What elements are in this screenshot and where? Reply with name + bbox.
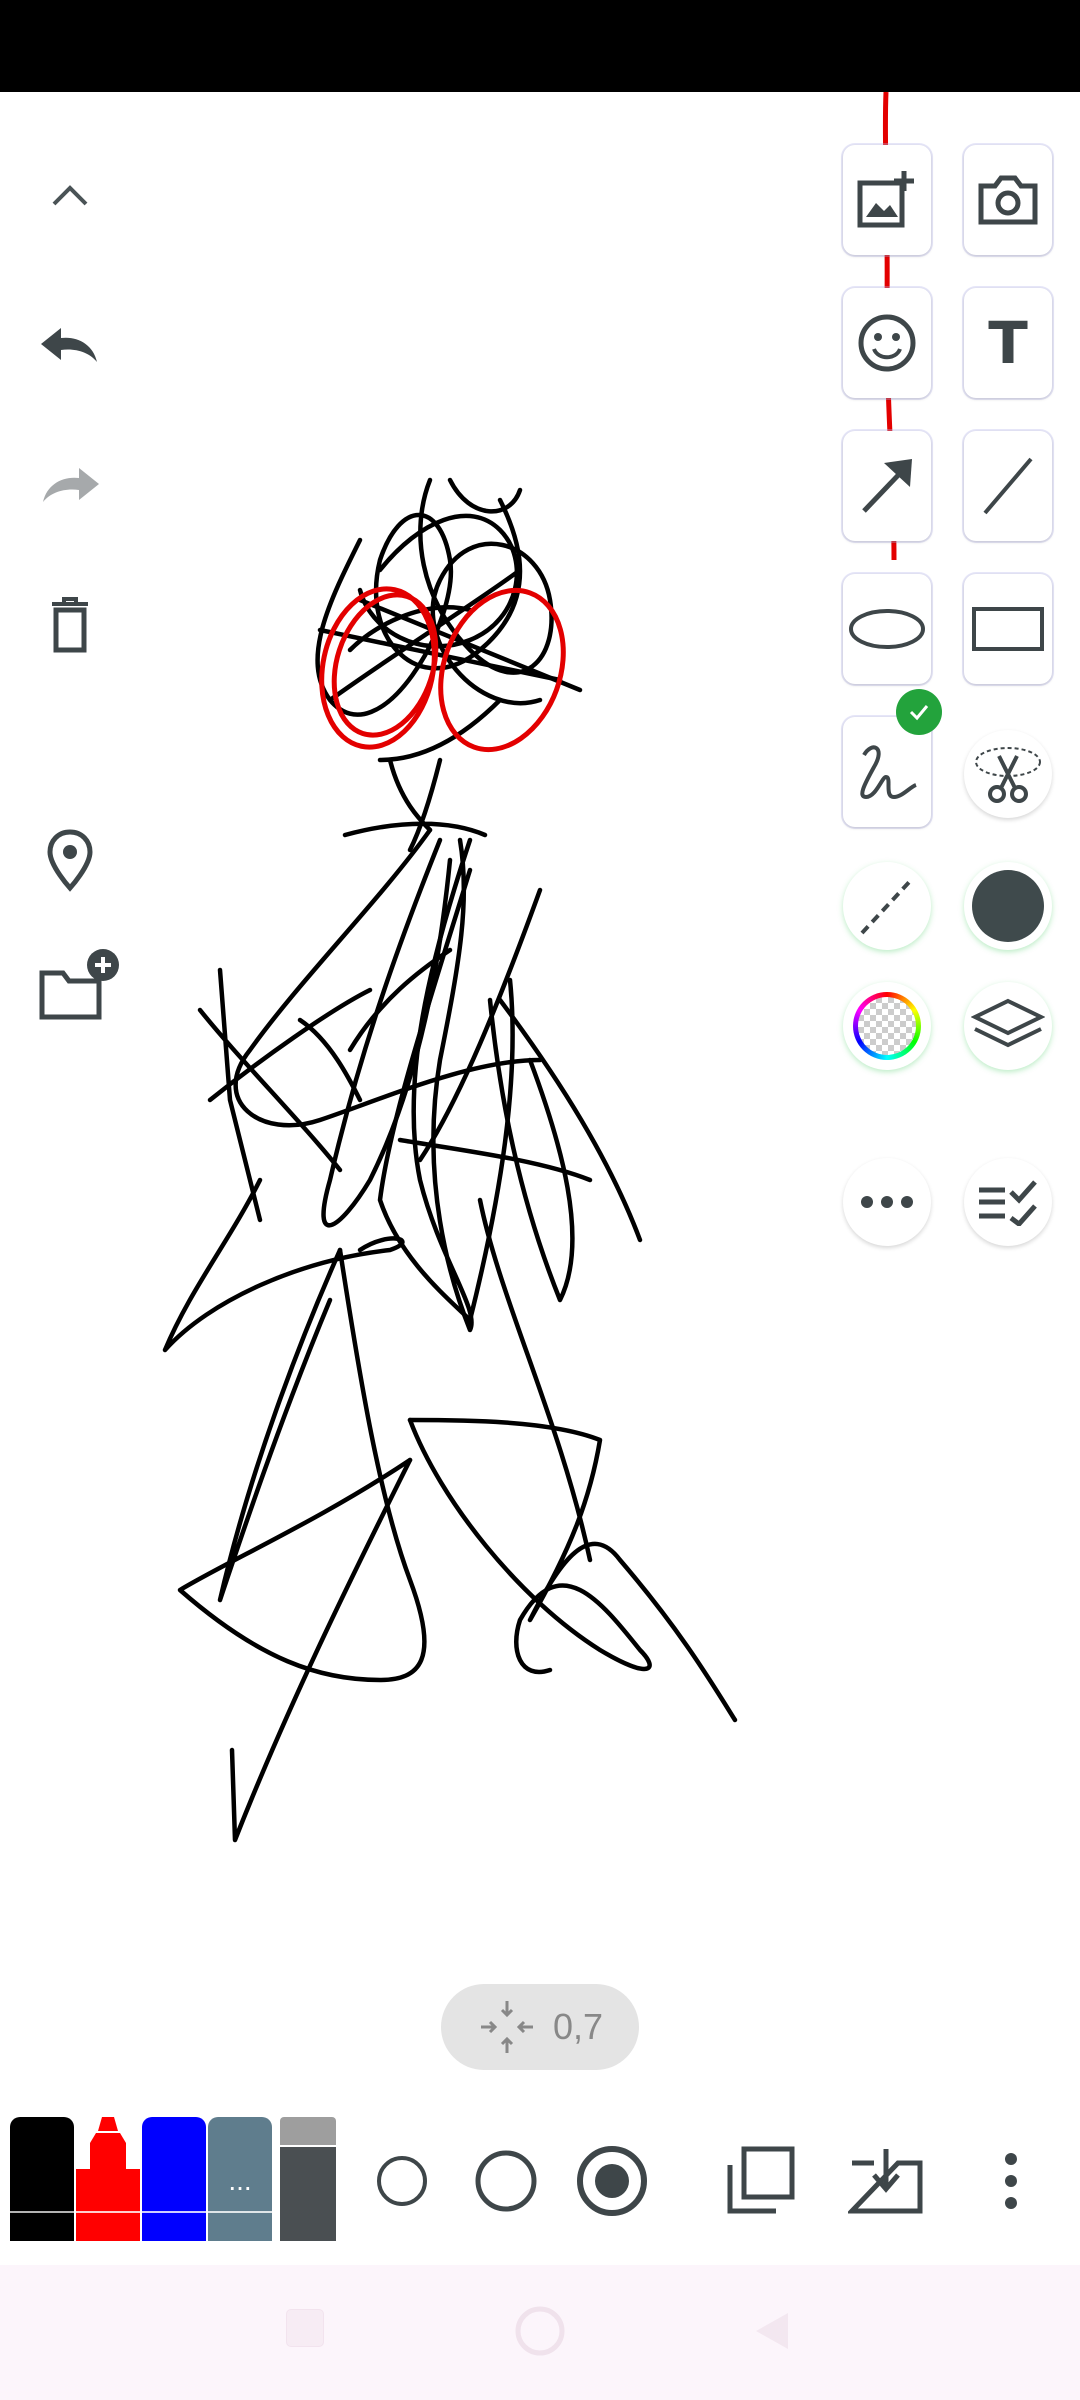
layers-button[interactable] [964,982,1052,1070]
zoom-indicator[interactable]: 0,7 [441,1984,639,2070]
camera-button[interactable] [964,145,1052,255]
dashed-line-button[interactable] [843,862,931,950]
redo-icon[interactable] [30,455,110,515]
layers-icon [971,998,1045,1048]
rectangle-icon [972,607,1044,651]
marker-more-label: ... [228,2165,252,2196]
freehand-pen-icon [860,745,917,800]
delete-icon[interactable] [40,590,100,660]
text-tool-label: T [988,309,1028,377]
home-icon[interactable] [514,2305,566,2357]
add-image-button[interactable] [843,145,931,255]
arrow-icon [862,459,912,513]
line-tool-button[interactable] [964,431,1052,541]
fill-color-swatch [972,870,1044,942]
navigation-bar [0,2265,1080,2400]
black-marker[interactable] [10,2117,74,2241]
black-sketch [162,477,738,1843]
selected-check-icon [896,689,942,735]
lasso-cut-button[interactable] [964,730,1052,818]
red-glasses [319,92,897,753]
fill-color-button[interactable] [964,862,1052,950]
blue-marker[interactable] [142,2117,206,2241]
checklist-button[interactable] [964,1158,1052,1246]
checklist-icon [979,1180,1037,1226]
download-icon[interactable] [846,2145,924,2217]
gray-blue-marker[interactable]: ... [208,2117,272,2241]
stroke-size-small[interactable] [374,2153,430,2209]
more-tools-button[interactable] [843,1158,931,1246]
ellipse-icon [849,609,925,649]
dashed-line-icon [860,877,914,935]
emoji-button[interactable] [843,288,931,398]
chevron-up-icon[interactable] [40,170,100,220]
recents-icon[interactable] [286,2309,326,2349]
location-pin-icon[interactable] [40,825,100,895]
red-marker[interactable] [76,2117,140,2241]
text-tool-button[interactable]: T [964,288,1052,398]
ellipse-tool-button[interactable] [843,574,931,684]
more-horiz-icon [861,1196,913,1208]
zoom-value: 0,7 [552,2006,604,2047]
stroke-size-medium[interactable] [474,2149,538,2213]
stroke-size-large[interactable] [576,2145,648,2217]
layers-copy-icon[interactable] [722,2143,798,2219]
camera-icon [978,175,1038,225]
new-folder-icon[interactable] [35,945,125,1025]
eraser[interactable] [276,2117,340,2241]
line-icon [983,457,1033,515]
color-wheel-icon [853,992,921,1060]
emoji-icon [858,314,916,372]
rectangle-tool-button[interactable] [964,574,1052,684]
bottom-toolbar: ... [0,2105,1080,2265]
more-vert-icon[interactable] [996,2149,1026,2213]
zoom-fit-icon [480,2001,533,2053]
status-bar [0,0,1080,92]
transparency-button[interactable] [843,982,931,1070]
arrow-tool-button[interactable] [843,431,931,541]
add-image-icon [857,171,914,228]
undo-icon[interactable] [30,315,110,375]
back-icon[interactable] [752,2309,792,2353]
scissors-icon [975,747,1041,803]
